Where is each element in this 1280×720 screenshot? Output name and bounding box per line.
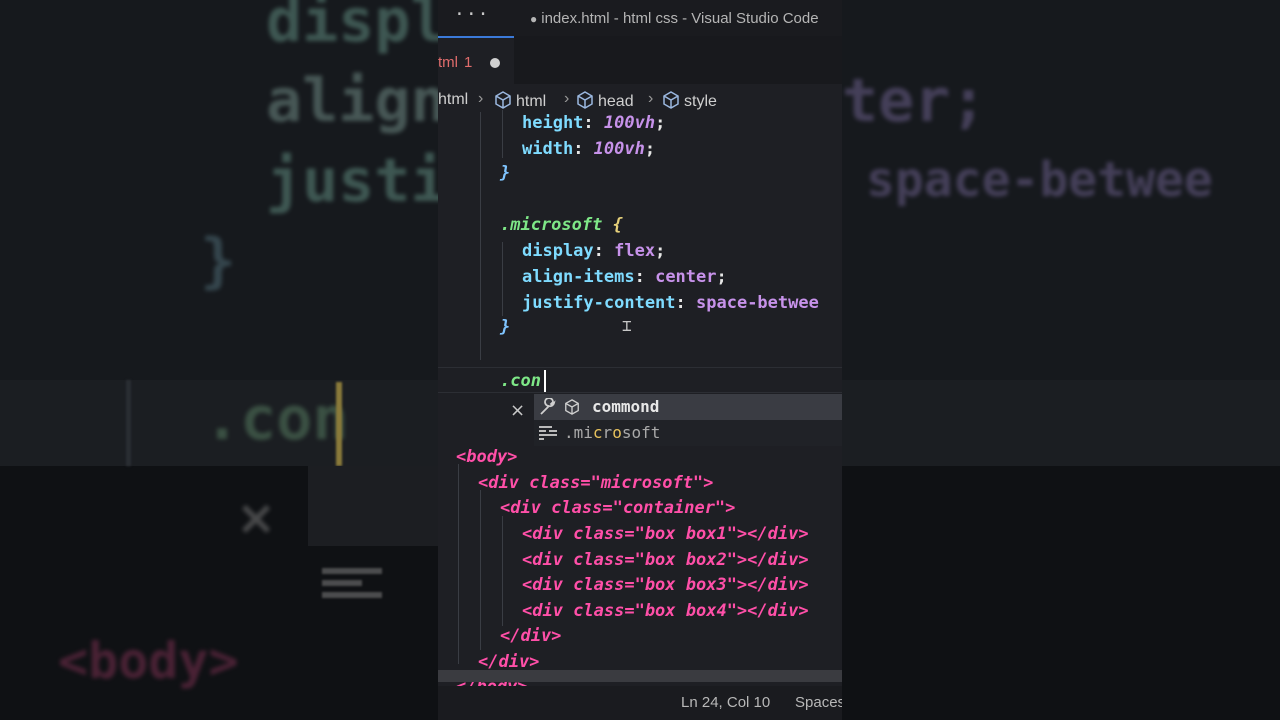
code-line: .microsoft { (500, 215, 623, 235)
indent-guide (502, 516, 503, 626)
code-line: justify-content: space-betwee (522, 293, 819, 313)
breadcrumb-html[interactable]: html (494, 91, 546, 111)
property-cube-icon (565, 399, 579, 415)
code-line: display: flex; (522, 241, 666, 261)
window-title: ● index.html - html css - Visual Studio C… (530, 10, 819, 27)
window-title-text: index.html - html css - Visual Studio Co… (541, 10, 819, 27)
text-cursor (544, 370, 546, 392)
code-line: } (500, 163, 511, 183)
tab-bar: tml 1 (438, 36, 842, 84)
horizontal-scrollbar[interactable] (438, 670, 842, 682)
text-snippet-icon (539, 426, 557, 440)
code-line: width: 100vh; (522, 139, 656, 159)
suggest-widget: commond .microsoft (534, 394, 842, 446)
bg-cursor (336, 382, 342, 466)
tab-label: tml 1 (438, 54, 472, 71)
indent-guide (480, 112, 481, 360)
suggest-item-microsoft[interactable]: .microsoft (534, 420, 842, 446)
code-line: <div class="box box1"></div> (522, 524, 809, 544)
bg-text-justify: justi (266, 146, 447, 216)
bg-text-body: <body> (58, 632, 239, 690)
code-line: } (500, 317, 511, 337)
bg-suggest-block (308, 466, 438, 546)
bg-text-align: align (266, 66, 447, 136)
bg-close-icon: × (236, 490, 277, 546)
bg-text-brace: } (200, 226, 237, 296)
title-bar: ··· ● index.html - html css - Visual Stud… (438, 0, 842, 36)
element-cube-icon (663, 91, 679, 109)
close-suggest-icon[interactable]: × (510, 400, 525, 421)
breadcrumb-head[interactable]: head (576, 91, 634, 111)
code-line: </div> (500, 626, 562, 646)
indent-guide (480, 490, 481, 650)
indentation-setting[interactable]: Spaces (795, 694, 842, 711)
code-line: <div class="container"> (500, 498, 736, 518)
code-line: <div class="box box3"></div> (522, 575, 809, 595)
bg-text-center: ter; (842, 66, 987, 136)
suggest-item-commond[interactable]: commond (534, 394, 842, 420)
tab-index-html[interactable]: tml 1 (438, 36, 514, 84)
breadcrumb-html-label: html (516, 93, 547, 110)
code-line: <div class="box box4"></div> (522, 601, 809, 621)
breadcrumb-head-label: head (598, 93, 634, 110)
chevron-right-icon: › (478, 90, 484, 107)
status-bar: Ln 24, Col 10 Spaces (438, 686, 842, 720)
wrench-icon (540, 398, 556, 415)
element-cube-icon (495, 91, 511, 109)
breadcrumb-file[interactable]: html (438, 91, 468, 109)
bg-list-icon (322, 568, 382, 608)
indent-guide (502, 242, 503, 316)
breadcrumb-style[interactable]: style (662, 91, 717, 111)
cursor-position[interactable]: Ln 24, Col 10 (681, 694, 770, 711)
chevron-right-icon: › (564, 90, 570, 107)
indent-guide (458, 464, 459, 664)
ibeam-cursor-icon: ⌶ (622, 316, 632, 335)
breadcrumb-style-label: style (684, 93, 717, 110)
code-line-current: .con (500, 371, 541, 391)
code-line: align-items: center; (522, 267, 727, 287)
code-line: <body> (456, 447, 518, 467)
code-line: height: 100vh; (522, 113, 666, 133)
bg-text-con: .con (204, 384, 349, 454)
code-line: <div class="microsoft"> (478, 473, 714, 493)
code-line: <div class="box box2"></div> (522, 550, 809, 570)
suggest-label: .microsoft (564, 423, 661, 442)
current-line-highlight (438, 367, 842, 393)
unsaved-indicator-icon[interactable] (490, 58, 500, 68)
vscode-editor: ··· ● index.html - html css - Visual Stud… (438, 0, 842, 720)
suggest-label: commond (592, 397, 660, 416)
element-cube-icon (577, 91, 593, 109)
chevron-right-icon: › (648, 90, 654, 107)
indent-guide (502, 110, 503, 158)
tab-filename: tml (438, 54, 458, 71)
more-actions-icon[interactable]: ··· (454, 4, 490, 25)
tab-problem-count: 1 (464, 54, 473, 71)
bg-guide (126, 380, 131, 466)
bg-text-display: displ (266, 0, 447, 56)
unsaved-dot-icon: ● (530, 12, 538, 26)
bg-text-space-between: space-betwee (866, 152, 1213, 208)
